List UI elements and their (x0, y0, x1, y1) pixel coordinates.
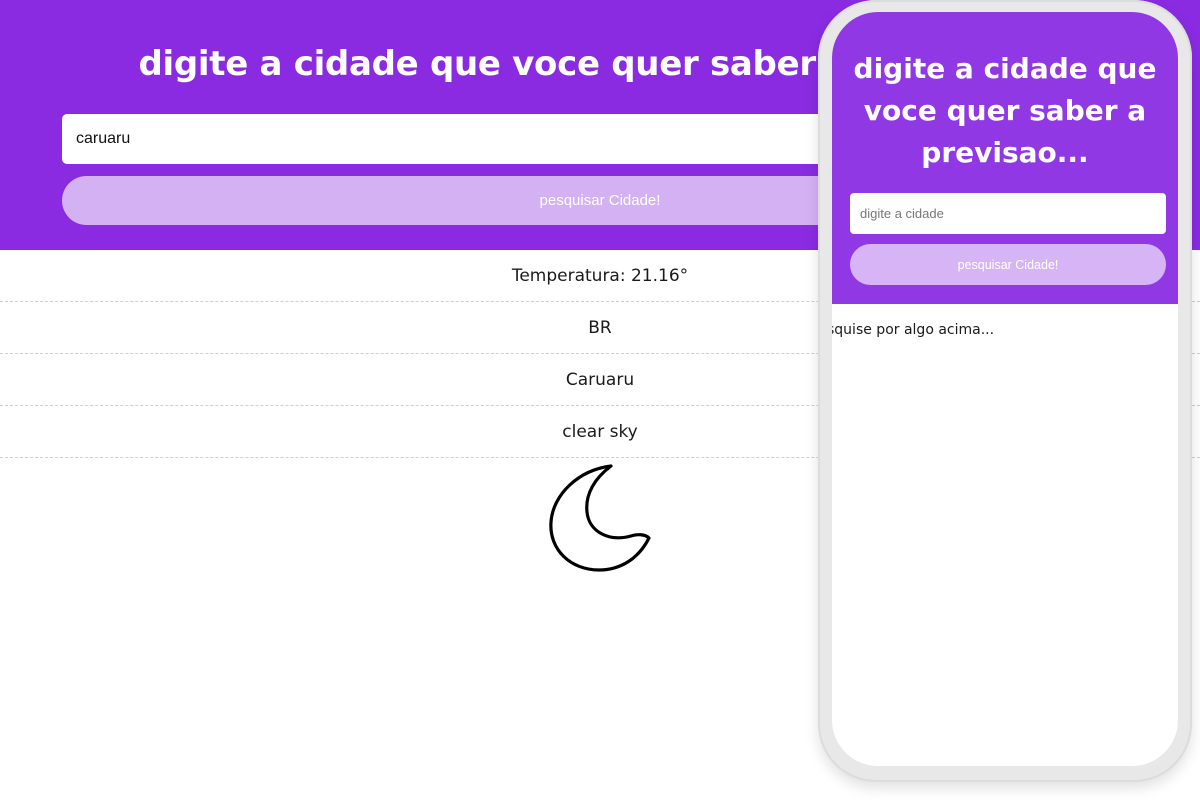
phone-mockup: digite a cidade que voce quer saber a pr… (818, 0, 1192, 782)
phone-empty-hint: squise por algo acima... (832, 322, 995, 338)
moon-icon (549, 464, 651, 572)
phone-page-title: digite a cidade que voce quer saber a pr… (853, 52, 1157, 169)
phone-header: digite a cidade que voce quer saber a pr… (832, 12, 1178, 304)
phone-search-city-button[interactable]: pesquisar Cidade! (850, 244, 1166, 285)
phone-screen: digite a cidade que voce quer saber a pr… (832, 12, 1178, 766)
screenshot-stage: digite a cidade que voce quer saber a pr… (0, 0, 1200, 800)
phone-city-search-input[interactable] (850, 193, 1166, 234)
